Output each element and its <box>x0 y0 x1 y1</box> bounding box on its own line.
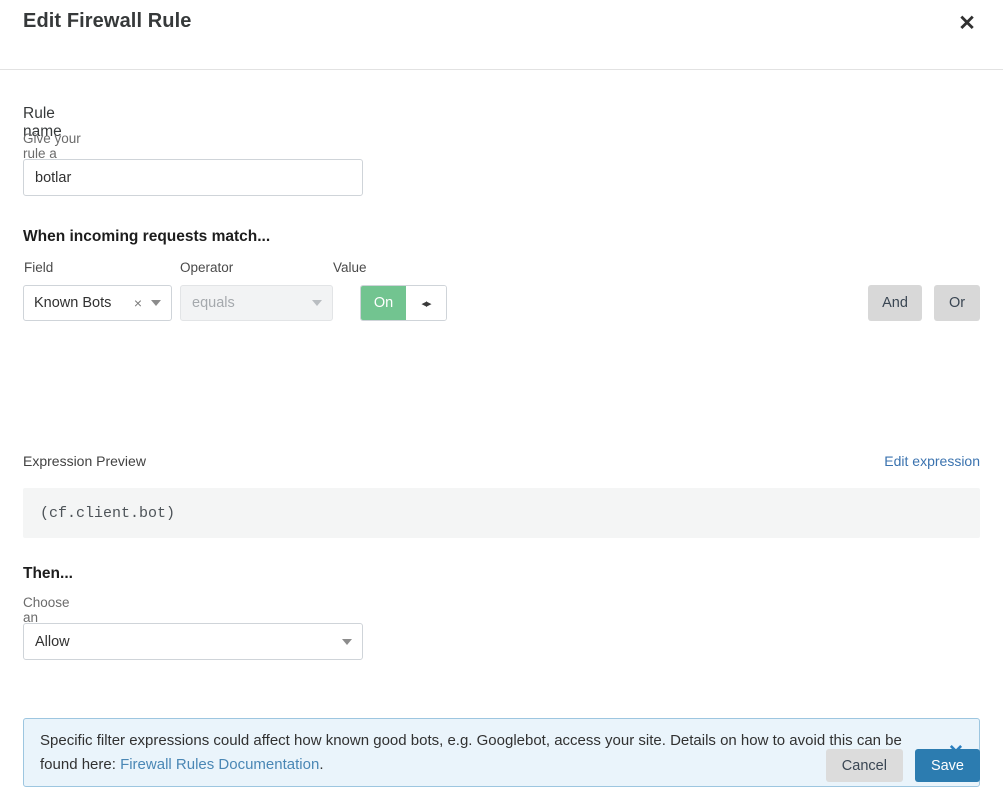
page-title: Edit Firewall Rule <box>23 10 192 32</box>
operator-select-value: equals <box>192 295 235 311</box>
dialog-header: Edit Firewall Rule ✕ <box>0 0 1003 70</box>
rule-name-input[interactable] <box>23 159 363 196</box>
cancel-button[interactable]: Cancel <box>825 749 903 782</box>
expression-code: (cf.client.bot) <box>40 504 176 522</box>
expression-preview-box: (cf.client.bot) <box>23 488 980 538</box>
chevron-down-icon <box>151 300 161 306</box>
edit-firewall-rule-dialog: Edit Firewall Rule ✕ Rule name Give your… <box>0 0 1003 801</box>
dialog-footer: Cancel Save <box>825 749 980 782</box>
action-select-value: Allow <box>35 633 70 650</box>
close-icon[interactable]: ✕ <box>954 10 980 36</box>
then-section-heading: Then... <box>23 565 73 582</box>
action-select[interactable]: Allow <box>23 623 363 660</box>
info-banner-text: Specific filter expressions could affect… <box>24 729 933 777</box>
chevron-down-icon <box>312 300 322 306</box>
value-toggle-state: On <box>361 286 406 320</box>
field-select-value: Known Bots <box>34 295 112 311</box>
match-section-heading: When incoming requests match... <box>23 228 271 245</box>
field-column-label: Field <box>24 260 54 275</box>
chevron-down-icon <box>342 638 352 645</box>
and-button[interactable]: And <box>868 285 922 321</box>
info-banner-text-after: . <box>319 755 324 773</box>
field-select[interactable]: Known Bots × <box>23 285 172 321</box>
edit-expression-link[interactable]: Edit expression <box>884 453 980 469</box>
save-button[interactable]: Save <box>914 749 980 782</box>
left-right-arrows-icon[interactable]: ◂▸ <box>406 286 446 320</box>
firewall-rules-documentation-link[interactable]: Firewall Rules Documentation <box>120 756 319 773</box>
value-toggle[interactable]: On ◂▸ <box>360 285 447 321</box>
clear-icon[interactable]: × <box>134 295 142 311</box>
or-button[interactable]: Or <box>934 285 980 321</box>
expression-preview-label: Expression Preview <box>23 453 146 469</box>
value-column-label: Value <box>333 260 367 275</box>
operator-select[interactable]: equals <box>180 285 333 321</box>
operator-column-label: Operator <box>180 260 234 275</box>
